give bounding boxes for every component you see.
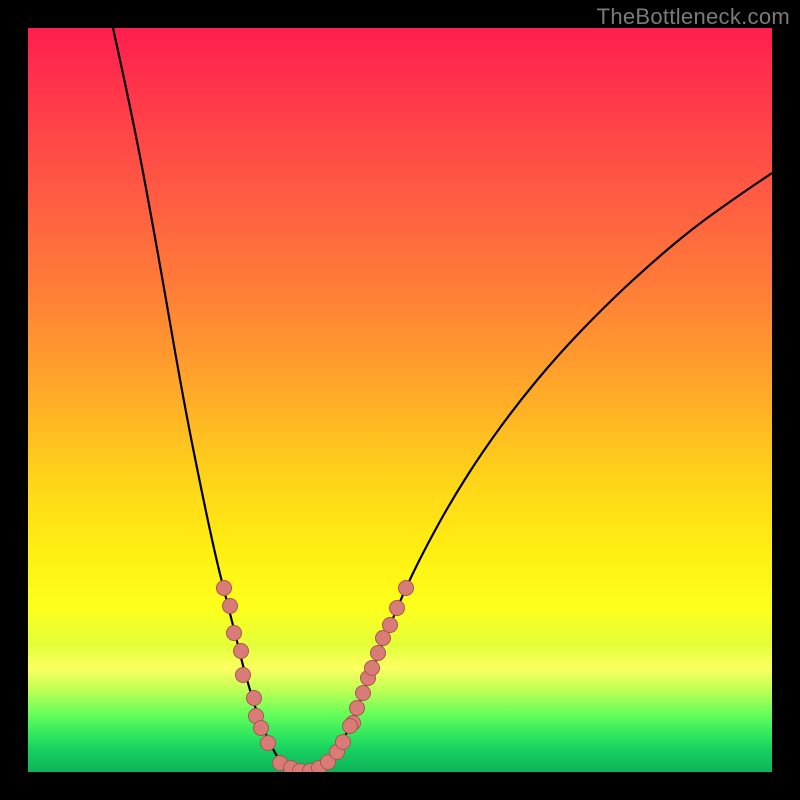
scatter-dot: [399, 581, 414, 596]
scatter-dot: [365, 661, 380, 676]
scatter-dot: [234, 644, 249, 659]
scatter-dot: [227, 626, 242, 641]
scatter-dot: [371, 646, 386, 661]
scatter-dot: [343, 719, 358, 734]
scatter-dot: [261, 736, 276, 751]
scatter-dots: [217, 581, 414, 773]
scatter-dot: [223, 599, 238, 614]
scatter-dot: [383, 618, 398, 633]
chart-svg: [28, 28, 772, 772]
main-curve: [113, 28, 772, 771]
scatter-dot: [350, 701, 365, 716]
watermark-text: TheBottleneck.com: [597, 4, 790, 30]
scatter-dot: [390, 601, 405, 616]
scatter-dot: [236, 668, 251, 683]
scatter-dot: [254, 721, 269, 736]
plot-area: [28, 28, 772, 772]
scatter-dot: [217, 581, 232, 596]
chart-frame: TheBottleneck.com: [0, 0, 800, 800]
scatter-dot: [356, 686, 371, 701]
scatter-dot: [247, 691, 262, 706]
scatter-dot: [336, 735, 351, 750]
